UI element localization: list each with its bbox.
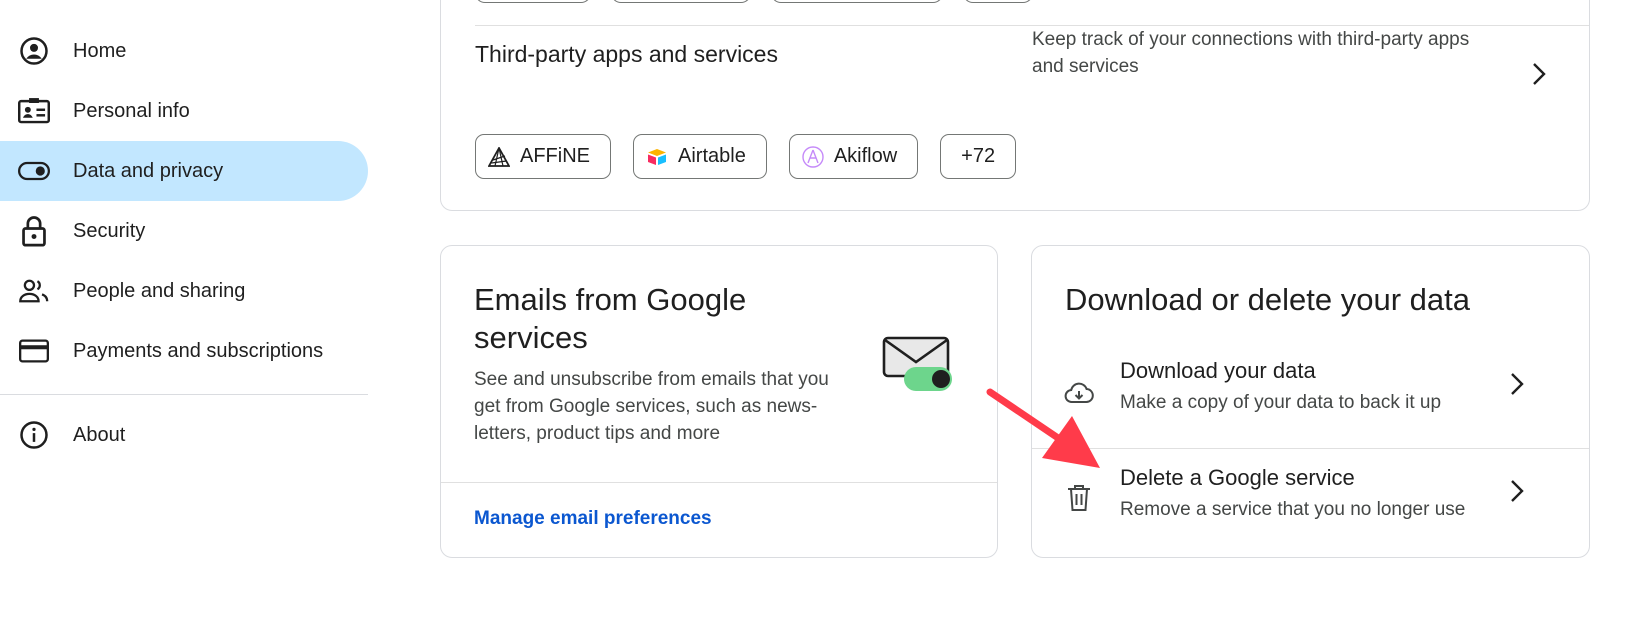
chip-affine[interactable]: AFFiNE xyxy=(475,134,611,179)
trash-icon xyxy=(1062,481,1096,515)
sidebar-item-people-and-sharing[interactable]: People and sharing xyxy=(0,261,368,321)
sidebar-item-about[interactable]: About xyxy=(0,405,368,465)
sidebar-item-data-and-privacy[interactable]: Data and privacy xyxy=(0,141,368,201)
sidebar-item-label: People and sharing xyxy=(73,279,246,302)
chip-stub xyxy=(611,0,751,3)
chip-label: Akiflow xyxy=(833,145,898,167)
sidebar-item-security[interactable]: Security xyxy=(0,201,368,261)
chip-stub xyxy=(963,0,1033,3)
sidebar-item-label: Personal info xyxy=(73,99,190,122)
chip-airtable[interactable]: Airtable xyxy=(633,134,767,179)
emails-description: See and unsubscribe from emails that you… xyxy=(474,369,829,444)
sidebar-item-home[interactable]: Home xyxy=(0,21,368,81)
chevron-right-icon[interactable] xyxy=(1506,373,1528,395)
chevron-right-icon[interactable] xyxy=(1528,63,1550,85)
sidebar: Home Personal info Data and privacy Secu… xyxy=(0,0,368,620)
partial-chips-row xyxy=(475,0,1033,3)
sidebar-item-label: Data and privacy xyxy=(73,159,224,182)
sidebar-item-payments-and-subscriptions[interactable]: Payments and subscriptions xyxy=(0,321,368,381)
airtable-logo-icon xyxy=(646,146,668,168)
sidebar-item-personal-info[interactable]: Personal info xyxy=(0,81,368,141)
lock-icon xyxy=(18,215,50,247)
sidebar-item-label: Payments and subscriptions xyxy=(73,339,324,362)
row-title: Delete a Google service xyxy=(1120,465,1355,490)
affine-logo-icon xyxy=(488,146,510,168)
row-title: Download your data xyxy=(1120,358,1316,383)
third-party-apps-card: Third-party apps and services Keep track… xyxy=(440,0,1590,211)
divider xyxy=(441,482,997,483)
row-subtitle: Make a copy of your data to back it up xyxy=(1120,392,1442,413)
sidebar-item-label: About xyxy=(73,423,126,446)
chip-stub xyxy=(771,0,943,3)
chip-stub xyxy=(475,0,591,3)
envelope-toggle-icon xyxy=(881,334,961,394)
manage-email-preferences-link[interactable]: Manage email preferences xyxy=(474,508,712,530)
app-chips: AFFiNE Airtable Akiflow +72 xyxy=(475,134,1017,179)
row-subtitle: Remove a service that you no longer use xyxy=(1120,499,1466,520)
sidebar-item-label: Security xyxy=(73,219,146,242)
sidebar-item-label: Home xyxy=(73,39,127,62)
chip-akiflow[interactable]: Akiflow xyxy=(788,134,919,179)
chip-more[interactable]: +72 xyxy=(940,134,1017,179)
account-circle-icon xyxy=(18,35,50,67)
cloud-download-icon xyxy=(1062,377,1096,411)
page: Home Personal info Data and privacy Secu… xyxy=(0,0,1650,620)
toggle-icon xyxy=(18,155,50,187)
third-party-apps-title[interactable]: Third-party apps and services xyxy=(475,41,778,68)
chip-label: AFFiNE xyxy=(520,145,590,167)
akiflow-logo-icon xyxy=(802,145,824,168)
download-delete-title: Download or delete your data xyxy=(1065,282,1470,317)
third-party-apps-description: Keep track of your connections with thir… xyxy=(1032,29,1470,77)
info-icon xyxy=(18,419,50,451)
emails-title: Emails from Google services xyxy=(474,282,747,355)
download-delete-card: Download or delete your data Download yo… xyxy=(1031,245,1590,558)
id-card-icon xyxy=(18,95,50,127)
delete-google-service-row[interactable]: Delete a Google service Remove a service… xyxy=(1032,449,1589,557)
download-your-data-row[interactable]: Download your data Make a copy of your d… xyxy=(1032,342,1589,450)
people-icon xyxy=(18,275,50,307)
chevron-right-icon[interactable] xyxy=(1506,480,1528,502)
emails-card: Emails from Google services See and unsu… xyxy=(440,245,998,558)
sidebar-divider xyxy=(0,394,368,395)
chip-label: +72 xyxy=(961,145,996,167)
credit-card-icon xyxy=(18,335,50,367)
chip-label: Airtable xyxy=(678,145,746,167)
